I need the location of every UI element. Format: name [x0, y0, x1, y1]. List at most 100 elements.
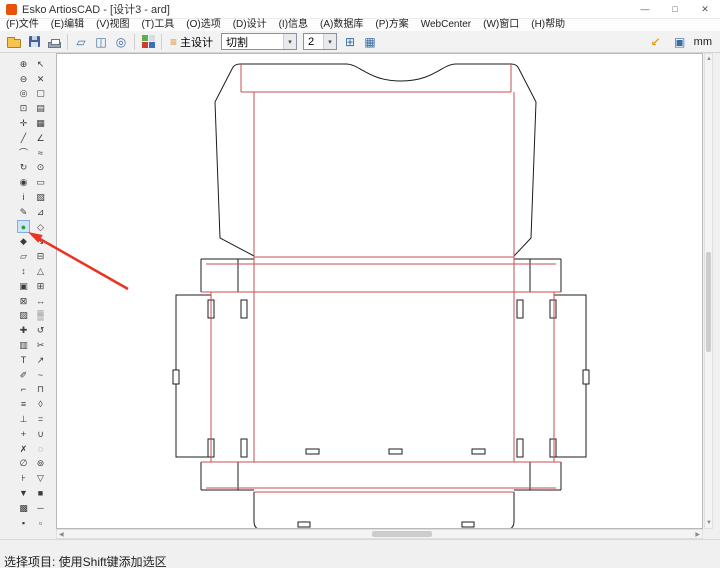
scroll-up-icon[interactable]: ▲	[706, 55, 712, 63]
horizontal-scrollbar[interactable]: ◀ ▶	[56, 529, 703, 539]
vertical-scroll-thumb[interactable]	[706, 252, 711, 352]
import-button[interactable]: ▱	[71, 32, 91, 52]
menu-item-8[interactable]: (A)数据库	[314, 19, 369, 31]
rebuild-button[interactable]	[138, 32, 158, 52]
wave-tool[interactable]: ~	[34, 368, 47, 381]
menu-item-10[interactable]: WebCenter	[415, 19, 477, 31]
move-tool[interactable]: ↘	[34, 234, 47, 247]
menu-item-6[interactable]: (D)设计	[227, 19, 273, 31]
table-tool[interactable]: ▥	[17, 338, 30, 351]
delete-tool[interactable]: ✕	[34, 72, 47, 85]
info-tool[interactable]: i	[17, 190, 30, 203]
snap-grid-button[interactable]: ⊞	[340, 32, 360, 52]
select-tool[interactable]: ↖	[34, 57, 47, 70]
zoom-out-tool[interactable]: ⊖	[17, 72, 30, 85]
solid-tool[interactable]: ■	[34, 486, 47, 499]
scroll-left-icon[interactable]: ◀	[59, 531, 64, 539]
menu-item-11[interactable]: (W)窗口	[477, 19, 525, 31]
add-panel-tool[interactable]: ⊞	[34, 279, 47, 292]
line-type-dropdown[interactable]: 切割 ▾	[221, 33, 297, 50]
diamond-tool[interactable]: ◇	[34, 220, 47, 233]
concentric-tool[interactable]: ⊚	[34, 456, 47, 469]
bridge-tool[interactable]: ⊓	[34, 382, 47, 395]
menu-item-12[interactable]: (H)帮助	[525, 19, 571, 31]
zoom-window-tool[interactable]: ◎	[17, 86, 30, 99]
pan-tool[interactable]: ✛	[17, 116, 30, 129]
rotate-ccw-tool[interactable]: ↺	[34, 323, 47, 336]
circle-tool[interactable]: ◉	[17, 175, 30, 188]
minimize-button[interactable]: —	[630, 0, 660, 19]
menu-item-5[interactable]: (O)选项	[180, 19, 226, 31]
add-point-tool[interactable]: +	[17, 427, 30, 440]
3d-view-button[interactable]: ◎	[111, 32, 131, 52]
close-button[interactable]: ✕	[690, 0, 720, 19]
add-graphics-tool[interactable]: ●	[17, 220, 30, 233]
curve-tool[interactable]: ≈	[34, 146, 47, 159]
open-button[interactable]	[4, 32, 24, 52]
shade-tool[interactable]: ▒	[34, 308, 47, 321]
hatch-tool[interactable]: ▧	[34, 190, 47, 203]
rectangle-tool[interactable]: ▢	[34, 86, 47, 99]
no-fill-tool[interactable]: ∅	[17, 456, 30, 469]
lozenge-tool[interactable]: ◊	[34, 397, 47, 410]
union-tool[interactable]: ∪	[34, 427, 47, 440]
point-size-dropdown[interactable]: 2 ▾	[303, 33, 337, 50]
measure-tool[interactable]: ↔	[34, 294, 47, 307]
trim-tool[interactable]: ✂	[34, 338, 47, 351]
pencil-tool[interactable]: ✐	[17, 368, 30, 381]
menu-item-9[interactable]: (P)方案	[369, 19, 414, 31]
panel-tool[interactable]: ▭	[34, 175, 47, 188]
menu-item-2[interactable]: (E)编辑	[45, 19, 90, 31]
corner-tool[interactable]: ⌐	[17, 382, 30, 395]
zoom-in-tool[interactable]: ⊕	[17, 57, 30, 70]
table-button[interactable]: ▦	[360, 32, 380, 52]
fill-tool[interactable]: ▣	[17, 279, 30, 292]
design-canvas[interactable]	[56, 53, 703, 529]
layers-tool[interactable]: ▤	[34, 101, 47, 114]
flip-down-tool[interactable]: ▽	[34, 471, 47, 484]
remove-tool[interactable]: ✗	[17, 442, 30, 455]
print-button[interactable]	[44, 32, 64, 52]
tack-tool[interactable]: ⊦	[17, 471, 30, 484]
construction-circle-tool[interactable]: ◌	[34, 442, 47, 455]
texture-tool[interactable]: ▨	[17, 308, 30, 321]
pattern-tool[interactable]: ▩	[17, 501, 30, 514]
edit-tool[interactable]: ✎	[17, 205, 30, 218]
dot-tool[interactable]: ▪	[17, 516, 30, 529]
draw-mode-button[interactable]: ▣	[670, 32, 690, 52]
horizontal-scroll-thumb[interactable]	[372, 531, 432, 537]
point-tool[interactable]: ⊙	[34, 160, 47, 173]
layers-button[interactable]: ◫	[91, 32, 111, 52]
cross-hair-tool[interactable]: ✚	[17, 323, 30, 336]
angle-tool[interactable]: ∠	[34, 131, 47, 144]
stretch-tool[interactable]: ↕	[17, 264, 30, 277]
rotate-tool[interactable]: ↻	[17, 160, 30, 173]
menu-item-7[interactable]: (I)信息	[273, 19, 314, 31]
arc-tool[interactable]: ⌒	[17, 146, 30, 159]
collapse-tool[interactable]: ▼	[17, 486, 30, 499]
skew-tool[interactable]: ▱	[17, 249, 30, 262]
vertical-scrollbar[interactable]: ▲ ▼	[704, 53, 713, 529]
maximize-button[interactable]: □	[660, 0, 690, 19]
zoom-extents-tool[interactable]: ⊡	[17, 101, 30, 114]
perpendicular-tool[interactable]: ⊥	[17, 412, 30, 425]
menu-item-1[interactable]: (F)文件	[0, 19, 45, 31]
triangle-tool[interactable]: △	[34, 264, 47, 277]
cut-tool[interactable]: ⊠	[17, 294, 30, 307]
chamfer-tool[interactable]: ⊿	[34, 205, 47, 218]
scroll-right-icon[interactable]: ▶	[695, 531, 700, 539]
line-tool[interactable]: ╱	[17, 131, 30, 144]
node-edit-tool[interactable]: ◆	[17, 234, 30, 247]
snap-button[interactable]: ↙	[646, 32, 666, 52]
divider-tool[interactable]: ─	[34, 501, 47, 514]
outline-dot-tool[interactable]: ▫	[34, 516, 47, 529]
menu-item-4[interactable]: (T)工具	[135, 19, 180, 31]
grid-tool[interactable]: ▦	[34, 116, 47, 129]
design-mode-button[interactable]: ≡ 主设计	[165, 32, 218, 52]
subtract-tool[interactable]: ⊟	[34, 249, 47, 262]
list-tool[interactable]: ≡	[17, 397, 30, 410]
leader-tool[interactable]: ↗	[34, 353, 47, 366]
scroll-down-icon[interactable]: ▼	[706, 519, 712, 527]
menu-item-3[interactable]: (V)视图	[90, 19, 135, 31]
parallel-tool[interactable]: =	[34, 412, 47, 425]
